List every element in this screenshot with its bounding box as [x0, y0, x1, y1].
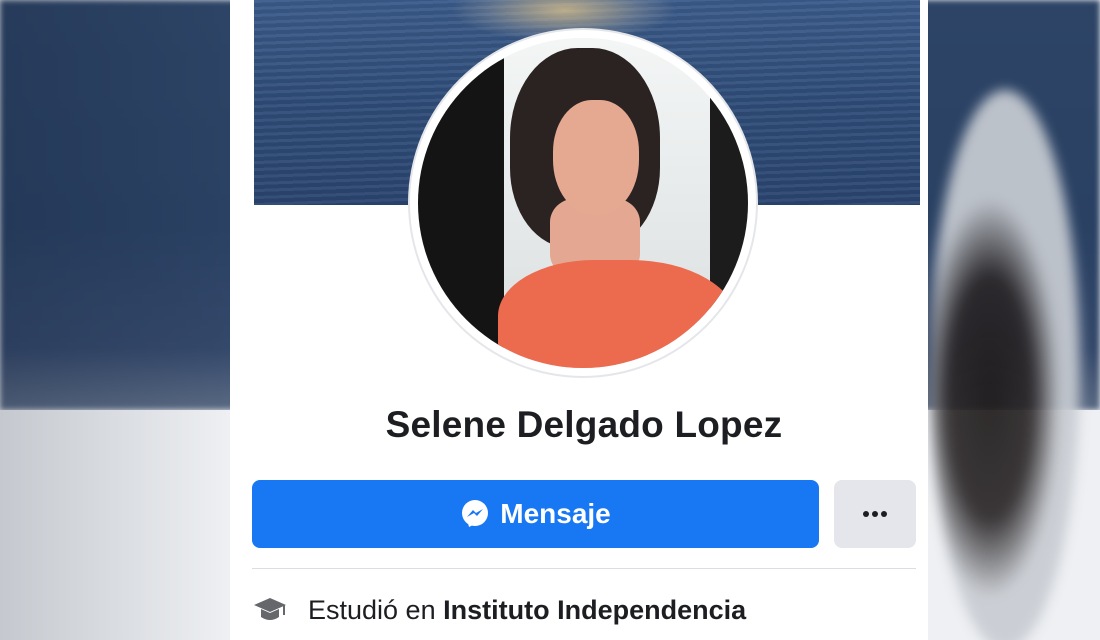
more-options-button[interactable]: [834, 480, 916, 548]
profile-name: Selene Delgado Lopez: [385, 404, 783, 445]
message-button[interactable]: Mensaje: [252, 480, 819, 548]
profile-card: Selene Delgado Lopez Mensaje Estudió en …: [230, 0, 928, 640]
messenger-icon: [462, 500, 489, 527]
education-row: Estudió en Instituto Independencia: [252, 588, 916, 632]
graduation-cap-icon: [254, 598, 286, 620]
background-right-photo-blur: [930, 90, 1080, 640]
avatar-bg-door: [418, 38, 504, 368]
background-left-shade: [0, 0, 230, 640]
profile-avatar[interactable]: [418, 38, 748, 368]
more-options-icon: [863, 511, 887, 517]
avatar-face: [553, 100, 639, 215]
avatar-shirt: [498, 260, 738, 368]
education-text: Estudió en Instituto Independencia: [308, 595, 746, 626]
divider: [252, 568, 916, 569]
education-school-link[interactable]: Instituto Independencia: [443, 595, 746, 625]
message-button-label: Mensaje: [500, 498, 611, 529]
education-prefix: Estudió en: [308, 594, 436, 625]
